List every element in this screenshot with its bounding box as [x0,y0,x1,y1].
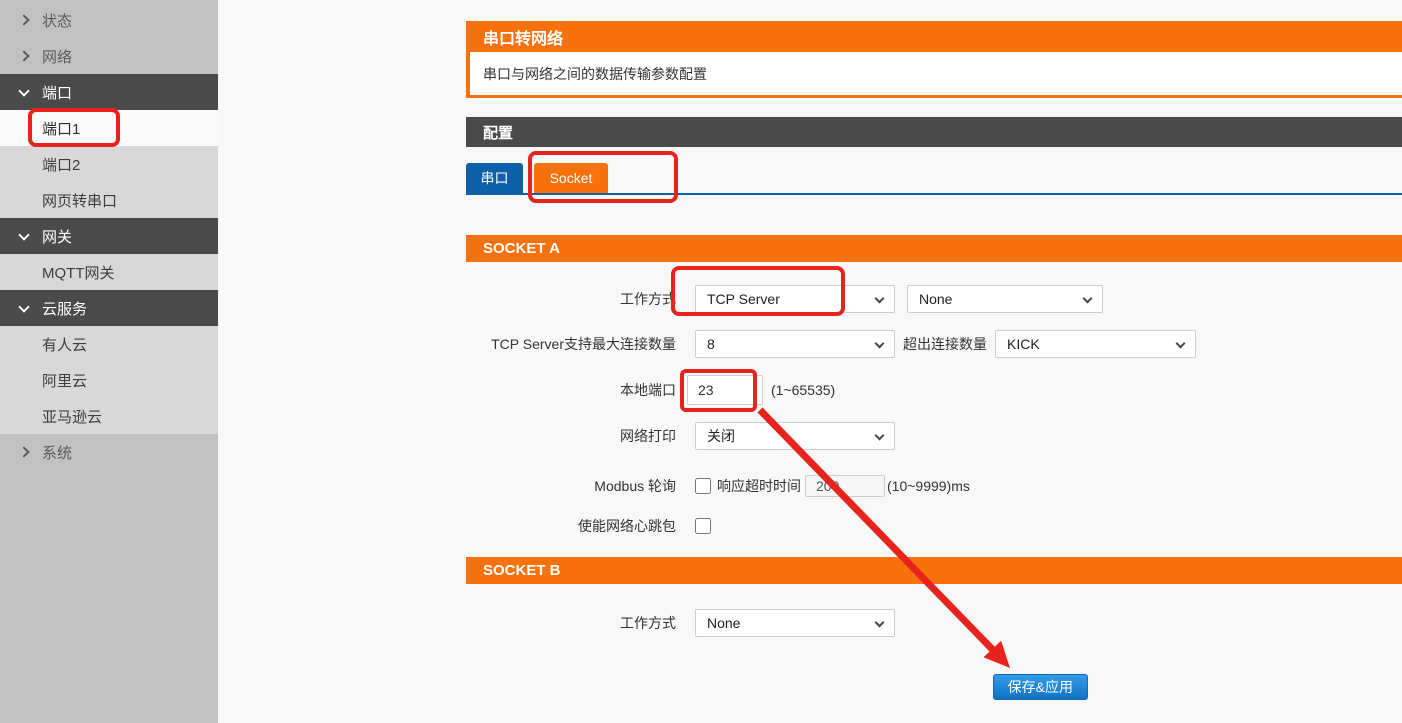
main-content: 串口转网络 串口与网络之间的数据传输参数配置 配置 串口 Socket SOCK… [466,0,1402,723]
tab-serial[interactable]: 串口 [466,163,523,193]
sidebar-item-label: 网关 [42,226,72,247]
page-description: 串口与网络之间的数据传输参数配置 [466,52,1402,98]
chevron-down-icon [18,85,29,96]
socket-b-work-mode-value: None [707,615,740,631]
modbus-poll-label: Modbus 轮询 [466,476,676,496]
chevron-down-icon [875,339,885,349]
sidebar-item-amazon-cloud[interactable]: 亚马逊云 [0,398,218,434]
modbus-poll-row: Modbus 轮询 响应超时时间 (10~9999)ms [466,474,1402,498]
network-print-row: 网络打印 关闭 [466,422,1402,450]
sidebar-item-label: 网络 [42,46,72,67]
socket-b-section-bar: SOCKET B [466,557,1402,584]
tab-serial-label: 串口 [481,168,509,188]
sidebar-item-port1[interactable]: 端口1 [0,110,218,146]
sidebar-item-ali-cloud[interactable]: 阿里云 [0,362,218,398]
save-row: 保存&应用 [466,674,1402,700]
chevron-down-icon [875,618,885,628]
sidebar-item-label: 端口 [42,82,72,103]
socket-a-title: SOCKET A [483,240,560,257]
config-section-title: 配置 [483,122,513,143]
chevron-down-icon [875,431,885,441]
sidebar-item-network[interactable]: 网络 [0,38,218,74]
max-connections-value: 8 [707,336,715,352]
heartbeat-checkbox[interactable] [695,518,711,534]
socket-b-work-mode-select[interactable]: None [695,609,895,637]
network-print-label: 网络打印 [466,426,676,446]
chevron-down-icon [1176,339,1186,349]
modbus-timeout-input[interactable] [805,475,885,497]
sidebar-item-label: 端口1 [42,118,80,139]
save-apply-button[interactable]: 保存&应用 [993,674,1088,700]
tab-socket-label: Socket [550,170,593,186]
page-description-text: 串口与网络之间的数据传输参数配置 [483,64,707,84]
network-print-select[interactable]: 关闭 [695,422,895,450]
work-mode-select[interactable]: TCP Server [695,285,895,313]
socket-b-work-mode-row: 工作方式 None [466,609,1402,637]
sidebar-group-port[interactable]: 端口 [0,74,218,110]
chevron-down-icon [1083,294,1093,304]
sidebar-item-label: 状态 [42,10,72,31]
tab-socket[interactable]: Socket [534,163,608,193]
modbus-timeout-label: 响应超时时间 [717,476,801,496]
local-port-label: 本地端口 [466,380,676,400]
exceed-connections-select[interactable]: KICK [995,330,1196,358]
heartbeat-row: 使能网络心跳包 [466,517,1402,535]
chevron-right-icon [18,446,29,457]
sidebar-group-cloud[interactable]: 云服务 [0,290,218,326]
sidebar-item-status[interactable]: 状态 [0,2,218,38]
chevron-right-icon [18,50,29,61]
sidebar-item-system[interactable]: 系统 [0,434,218,470]
local-port-range: (1~65535) [771,382,835,398]
work-mode-secondary-value: None [919,291,952,307]
sidebar-item-web-to-serial[interactable]: 网页转串口 [0,182,218,218]
chevron-down-icon [18,229,29,240]
max-connections-select[interactable]: 8 [695,330,895,358]
chevron-right-icon [18,14,29,25]
socket-b-title: SOCKET B [483,562,561,579]
exceed-connections-label: 超出连接数量 [903,334,987,354]
config-section-bar: 配置 [466,117,1402,147]
page-title: 串口转网络 [483,25,563,49]
work-mode-label: 工作方式 [466,289,676,309]
chevron-down-icon [18,301,29,312]
local-port-input[interactable] [687,375,763,405]
sidebar-item-usr-cloud[interactable]: 有人云 [0,326,218,362]
sidebar-item-label: 系统 [42,442,72,463]
work-mode-secondary-select[interactable]: None [907,285,1103,313]
work-mode-row: 工作方式 TCP Server None [466,285,1402,313]
sidebar: 状态 网络 端口 端口1 端口2 网页转串口 网关 MQTT网关 云服务 有人云… [0,0,218,723]
exceed-connections-value: KICK [1007,336,1040,352]
sidebar-item-port2[interactable]: 端口2 [0,146,218,182]
modbus-poll-checkbox[interactable] [695,478,711,494]
sidebar-item-label: MQTT网关 [42,262,115,283]
sidebar-item-label: 有人云 [42,334,87,355]
work-mode-value: TCP Server [707,291,780,307]
sidebar-group-gateway[interactable]: 网关 [0,218,218,254]
modbus-timeout-range: (10~9999)ms [887,478,970,494]
network-print-value: 关闭 [707,426,735,446]
max-connections-label: TCP Server支持最大连接数量 [466,334,676,354]
tab-bar: 串口 Socket [466,163,1402,195]
sidebar-item-mqtt-gateway[interactable]: MQTT网关 [0,254,218,290]
sidebar-item-label: 亚马逊云 [42,406,102,427]
heartbeat-label: 使能网络心跳包 [466,516,676,536]
sidebar-item-label: 云服务 [42,298,87,319]
sidebar-item-label: 阿里云 [42,370,87,391]
sidebar-item-label: 网页转串口 [42,190,117,211]
max-connections-row: TCP Server支持最大连接数量 8 超出连接数量 KICK [466,330,1402,358]
socket-a-section-bar: SOCKET A [466,235,1402,262]
page-title-bar: 串口转网络 [466,21,1402,52]
sidebar-item-label: 端口2 [42,154,80,175]
local-port-row: 本地端口 (1~65535) [466,375,1402,405]
socket-b-work-mode-label: 工作方式 [466,613,676,633]
chevron-down-icon [875,294,885,304]
